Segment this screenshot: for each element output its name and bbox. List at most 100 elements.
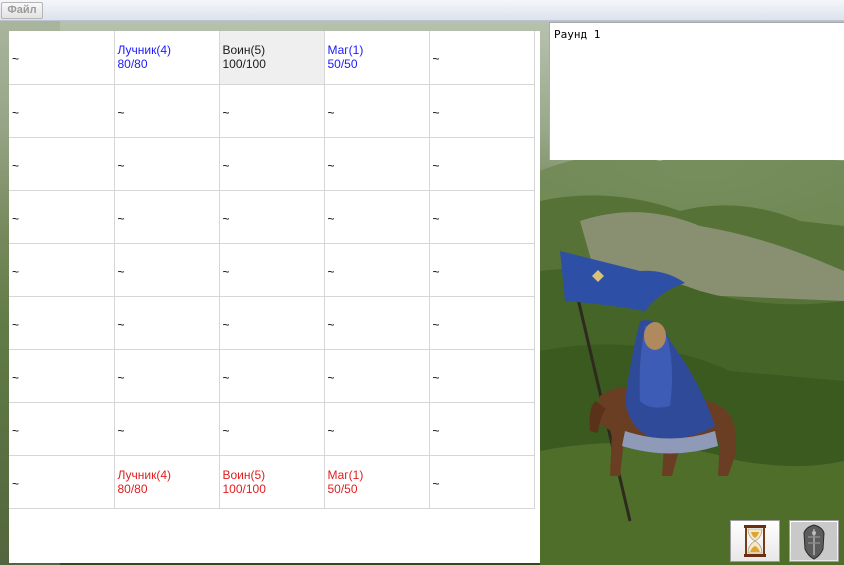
empty-marker: ~: [117, 264, 125, 279]
empty-marker: ~: [432, 423, 440, 438]
empty-marker: ~: [432, 158, 440, 173]
empty-cell[interactable]: ~: [429, 296, 535, 350]
empty-marker: ~: [327, 105, 335, 120]
combat-log[interactable]: Раунд 1: [549, 22, 844, 142]
empty-marker: ~: [327, 158, 335, 173]
empty-cell[interactable]: ~: [219, 84, 325, 138]
wait-button[interactable]: [730, 520, 780, 562]
unit-name: Воин(5): [222, 467, 266, 482]
empty-cell[interactable]: ~: [9, 137, 115, 191]
empty-marker: ~: [432, 370, 440, 385]
empty-cell[interactable]: ~: [324, 190, 430, 244]
empty-marker: ~: [12, 370, 20, 385]
grid-row: ~ Лучник(4) 80/80 Воин(5) 100/100 Маг(1) 50/50…: [9, 455, 535, 509]
empty-cell[interactable]: ~: [114, 190, 220, 244]
defend-button[interactable]: [789, 520, 839, 562]
empty-marker: ~: [12, 211, 20, 226]
unit-name: Маг(1): [327, 467, 364, 482]
empty-cell[interactable]: ~: [9, 349, 115, 403]
empty-marker: ~: [432, 211, 440, 226]
empty-cell[interactable]: ~: [429, 190, 535, 244]
empty-marker: ~: [222, 264, 230, 279]
unit-hp: 50/50: [327, 481, 358, 496]
empty-cell[interactable]: ~: [429, 84, 535, 138]
empty-cell[interactable]: ~: [429, 402, 535, 456]
empty-marker: ~: [12, 476, 20, 491]
empty-marker: ~: [117, 317, 125, 332]
unit-cell[interactable]: Маг(1) 50/50: [324, 31, 430, 85]
empty-cell[interactable]: ~: [114, 296, 220, 350]
battle-grid-table: ~ Лучник(4) 80/80 Воин(5) 100/100 Маг(1) 50/50…: [9, 31, 535, 509]
empty-cell[interactable]: ~: [219, 349, 325, 403]
empty-marker: ~: [117, 423, 125, 438]
empty-cell[interactable]: ~: [429, 137, 535, 191]
empty-cell[interactable]: ~: [114, 402, 220, 456]
empty-cell[interactable]: ~: [324, 243, 430, 297]
empty-cell[interactable]: ~: [219, 190, 325, 244]
empty-marker: ~: [432, 317, 440, 332]
empty-cell[interactable]: ~: [219, 243, 325, 297]
empty-marker: ~: [117, 158, 125, 173]
empty-marker: ~: [432, 105, 440, 120]
unit-cell[interactable]: Воин(5) 100/100: [219, 455, 325, 509]
menu-bar: Файл: [0, 0, 844, 21]
empty-marker: ~: [327, 317, 335, 332]
empty-marker: ~: [222, 158, 230, 173]
file-menu[interactable]: Файл: [1, 2, 43, 19]
empty-cell[interactable]: ~: [429, 243, 535, 297]
empty-cell[interactable]: ~: [9, 455, 115, 509]
empty-cell[interactable]: ~: [9, 296, 115, 350]
empty-marker: ~: [12, 264, 20, 279]
unit-cell[interactable]: Воин(5) 100/100: [219, 31, 325, 85]
empty-marker: ~: [222, 211, 230, 226]
empty-cell[interactable]: ~: [429, 31, 535, 85]
empty-cell[interactable]: ~: [324, 402, 430, 456]
grid-row: ~ ~ ~ ~ ~: [9, 84, 535, 138]
empty-cell[interactable]: ~: [114, 349, 220, 403]
unit-name: Лучник(4): [117, 467, 172, 482]
empty-cell[interactable]: ~: [219, 402, 325, 456]
empty-cell[interactable]: ~: [9, 190, 115, 244]
empty-marker: ~: [327, 264, 335, 279]
empty-cell[interactable]: ~: [324, 84, 430, 138]
empty-cell[interactable]: ~: [324, 349, 430, 403]
grid-row: ~ ~ ~ ~ ~: [9, 243, 535, 297]
empty-marker: ~: [327, 211, 335, 226]
unit-hp: 80/80: [117, 57, 148, 72]
empty-marker: ~: [12, 158, 20, 173]
empty-marker: ~: [12, 105, 20, 120]
empty-cell[interactable]: ~: [219, 296, 325, 350]
empty-marker: ~: [327, 423, 335, 438]
unit-name: Лучник(4): [117, 43, 172, 58]
unit-hp: 100/100: [222, 481, 266, 496]
grid-row: ~ ~ ~ ~ ~: [9, 402, 535, 456]
empty-cell[interactable]: ~: [219, 137, 325, 191]
empty-cell[interactable]: ~: [324, 137, 430, 191]
empty-cell[interactable]: ~: [9, 243, 115, 297]
empty-cell[interactable]: ~: [324, 296, 430, 350]
empty-cell[interactable]: ~: [429, 349, 535, 403]
empty-marker: ~: [12, 52, 20, 67]
empty-cell[interactable]: ~: [114, 243, 220, 297]
hourglass-icon: [744, 525, 766, 557]
empty-marker: ~: [12, 423, 20, 438]
empty-marker: ~: [117, 370, 125, 385]
empty-cell[interactable]: ~: [429, 455, 535, 509]
empty-marker: ~: [432, 476, 440, 491]
unit-cell[interactable]: Лучник(4) 80/80: [114, 455, 220, 509]
empty-cell[interactable]: ~: [9, 31, 115, 85]
unit-cell[interactable]: Маг(1) 50/50: [324, 455, 430, 509]
log-strip: [549, 141, 844, 160]
grid-row: ~ ~ ~ ~ ~: [9, 190, 535, 244]
grid-row: ~ ~ ~ ~ ~: [9, 349, 535, 403]
unit-hp: 80/80: [117, 481, 148, 496]
empty-cell[interactable]: ~: [9, 84, 115, 138]
empty-cell[interactable]: ~: [114, 84, 220, 138]
empty-marker: ~: [222, 105, 230, 120]
empty-cell[interactable]: ~: [9, 402, 115, 456]
unit-cell[interactable]: Лучник(4) 80/80: [114, 31, 220, 85]
log-line: Раунд 1: [554, 28, 601, 41]
empty-cell[interactable]: ~: [114, 137, 220, 191]
shield-icon: [791, 522, 837, 560]
unit-hp: 100/100: [222, 57, 266, 72]
